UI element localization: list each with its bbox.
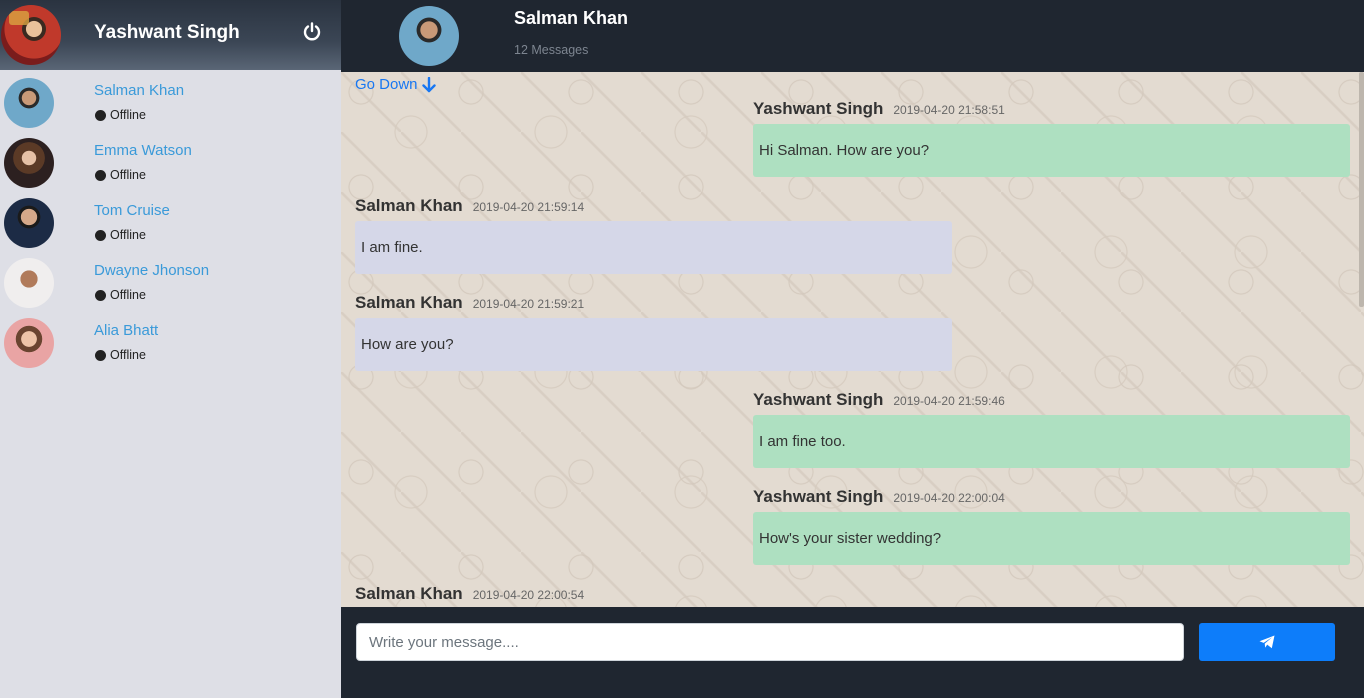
- avatar: [4, 138, 54, 188]
- message-sender: Yashwant Singh: [753, 390, 884, 409]
- avatar: [4, 198, 54, 248]
- message-bubble: How's your sister wedding?: [753, 512, 1350, 565]
- chat-header: Salman Khan 12 Messages: [341, 0, 1364, 72]
- status-label: Offline: [110, 108, 146, 122]
- contact-status: Offline: [95, 288, 146, 302]
- message-header: Salman Khan 2019-04-20 21:59:21: [355, 293, 584, 313]
- message-count: 12 Messages: [514, 43, 589, 57]
- message-bubble: Hi Salman. How are you?: [753, 124, 1350, 177]
- message-header: Yashwant Singh 2019-04-20 21:58:51: [753, 99, 1005, 119]
- contact-name[interactable]: Emma Watson: [94, 142, 192, 159]
- message-sender: Salman Khan: [355, 584, 463, 603]
- scrollbar[interactable]: [1359, 72, 1364, 307]
- avatar: [4, 258, 54, 308]
- status-dot-icon: [95, 229, 106, 241]
- status-dot-icon: [95, 109, 106, 121]
- contact-item[interactable]: Salman Khan Offline: [0, 74, 341, 134]
- status-dot-icon: [95, 349, 106, 361]
- paper-plane-icon: [1259, 635, 1275, 649]
- message-bubble: I am fine too.: [753, 415, 1350, 468]
- message-header: Salman Khan 2019-04-20 21:59:14: [355, 196, 584, 216]
- contact-name[interactable]: Dwayne Jhonson: [94, 262, 209, 279]
- status-dot-icon: [95, 169, 106, 181]
- message-sender: Yashwant Singh: [753, 487, 884, 506]
- power-icon[interactable]: [302, 22, 322, 42]
- message-time: 2019-04-20 22:00:04: [893, 491, 1005, 505]
- contact-status: Offline: [95, 168, 146, 182]
- contact-name[interactable]: Alia Bhatt: [94, 322, 158, 339]
- message-pane[interactable]: Go Down Yashwant Singh 2019-04-20 21:58:…: [341, 72, 1364, 607]
- status-dot-icon: [95, 289, 106, 301]
- avatar: [4, 78, 54, 128]
- message-header: Salman Khan 2019-04-20 22:00:54: [355, 584, 584, 604]
- contact-item[interactable]: Alia Bhatt Offline: [0, 314, 341, 374]
- contact-item[interactable]: Tom Cruise Offline: [0, 194, 341, 254]
- status-label: Offline: [110, 348, 146, 362]
- message-sender: Salman Khan: [355, 196, 463, 215]
- contact-status: Offline: [95, 228, 146, 242]
- contact-item[interactable]: Emma Watson Offline: [0, 134, 341, 194]
- contact-name[interactable]: Salman Khan: [94, 82, 184, 99]
- message-input[interactable]: [356, 623, 1184, 661]
- current-user-name: Yashwant Singh: [94, 22, 240, 43]
- sidebar-header: Yashwant Singh: [0, 0, 341, 70]
- arrow-down-icon: [421, 76, 436, 92]
- status-label: Offline: [110, 228, 146, 242]
- status-label: Offline: [110, 288, 146, 302]
- message-time: 2019-04-20 21:59:14: [472, 200, 585, 214]
- message-sender: Salman Khan: [355, 293, 463, 312]
- message-sender: Yashwant Singh: [753, 99, 884, 118]
- avatar: [4, 318, 54, 368]
- chat-title: Salman Khan: [514, 8, 629, 28]
- status-label: Offline: [110, 168, 146, 182]
- composer: [341, 607, 1364, 698]
- message-time: 2019-04-20 22:00:54: [472, 588, 585, 602]
- contact-list: Salman Khan Offline Emma Watson Offline …: [0, 74, 341, 374]
- message-bubble: I am fine.: [355, 221, 952, 274]
- message-time: 2019-04-20 21:59:46: [893, 394, 1005, 408]
- message-time: 2019-04-20 21:59:21: [472, 297, 585, 311]
- contact-status: Offline: [95, 108, 146, 122]
- contact-item[interactable]: Dwayne Jhonson Offline: [0, 254, 341, 314]
- send-button[interactable]: [1199, 623, 1335, 661]
- contact-status: Offline: [95, 348, 146, 362]
- contact-name[interactable]: Tom Cruise: [94, 202, 170, 219]
- sidebar: Yashwant Singh Salman Khan Offline Emma …: [0, 0, 341, 698]
- go-down-label: Go Down: [355, 76, 418, 93]
- message-bubble: How are you?: [355, 318, 952, 371]
- message-time: 2019-04-20 21:58:51: [893, 103, 1005, 117]
- avatar: [399, 6, 459, 66]
- message-header: Yashwant Singh 2019-04-20 21:59:46: [753, 390, 1005, 410]
- go-down-link[interactable]: Go Down: [355, 76, 436, 93]
- avatar[interactable]: [1, 5, 61, 65]
- message-header: Yashwant Singh 2019-04-20 22:00:04: [753, 487, 1005, 507]
